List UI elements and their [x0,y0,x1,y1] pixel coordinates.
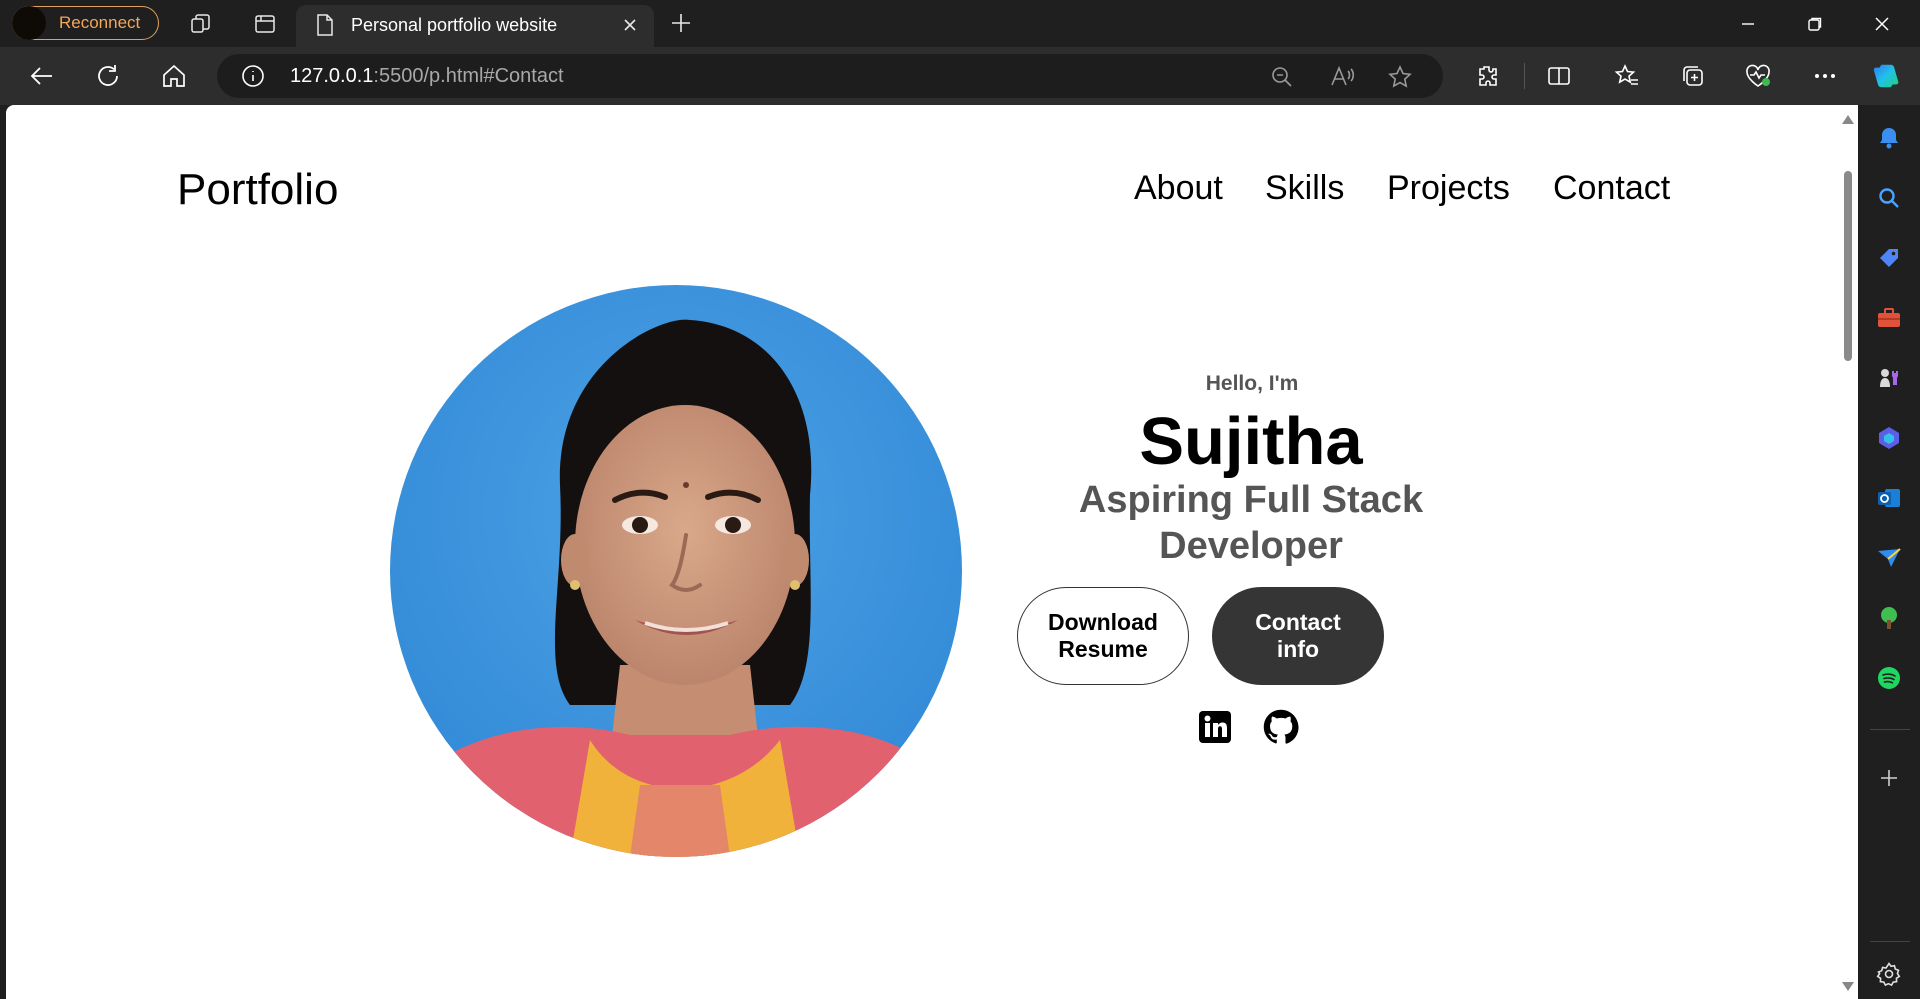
page-viewport: Portfolio About Skills Projects Contact [6,105,1858,999]
edge-sidebar [1858,105,1920,999]
home-icon[interactable] [159,61,189,91]
url-path: :5500/p.html#Contact [373,65,564,87]
copilot-icon[interactable] [1872,61,1902,91]
refresh-icon[interactable] [93,61,123,91]
title-bar: Reconnect Personal portfolio website [0,0,1920,47]
collections-icon[interactable] [1678,61,1708,91]
add-icon[interactable] [1875,764,1903,792]
scroll-up-arrow[interactable] [1842,115,1854,124]
url-host: 127.0.0.1 [290,65,374,87]
close-window-icon[interactable] [1868,10,1896,38]
contact-info-label: Contact info [1255,609,1341,662]
minimize-icon[interactable] [1734,10,1762,38]
address-bar[interactable]: 127.0.0.1:5500/p.html#Contact [217,54,1443,98]
read-aloud-icon[interactable] [1329,64,1355,90]
new-tab-icon[interactable] [668,10,694,41]
search-icon[interactable] [1875,184,1903,212]
site-info-icon[interactable] [241,64,265,93]
url-text[interactable]: 127.0.0.1:5500/p.html#Contact [290,65,564,88]
tab-title: Personal portfolio website [351,15,558,35]
hero-name: Sujitha [1139,404,1363,479]
nav-link-projects[interactable]: Projects [1387,169,1510,208]
favorites-icon[interactable] [1612,61,1642,91]
games-icon[interactable] [1875,364,1903,392]
download-resume-button[interactable]: Download Resume [1017,587,1189,685]
browser-essentials-icon[interactable] [1743,61,1773,91]
tab-active[interactable]: Personal portfolio website [296,5,654,47]
workspaces-icon[interactable] [188,11,214,37]
reconnect-button[interactable]: Reconnect [12,6,159,40]
tree-icon[interactable] [1875,604,1903,632]
sidebar-divider [1870,941,1910,942]
more-icon[interactable] [1810,61,1840,91]
nav-link-skills[interactable]: Skills [1265,169,1344,208]
github-icon[interactable] [1263,709,1299,745]
browser-toolbar: 127.0.0.1:5500/p.html#Contact [0,47,1920,105]
spotify-icon[interactable] [1875,664,1903,692]
hero-greeting: Hello, I'm [1205,372,1299,395]
hero-role: Aspiring Full Stack Developer [1078,479,1424,567]
contact-info-button[interactable]: Contact info [1212,587,1384,685]
page-scrollbar[interactable] [1838,105,1858,999]
scroll-thumb[interactable] [1844,171,1852,361]
sidebar-divider [1870,729,1910,730]
close-tab-icon[interactable] [620,15,640,40]
drop-icon[interactable] [1875,544,1903,572]
profile-avatar [12,6,46,40]
linkedin-icon[interactable] [1197,709,1233,745]
page-icon [314,13,336,42]
m365-icon[interactable] [1875,424,1903,452]
settings-icon[interactable] [1875,960,1903,988]
notifications-icon[interactable] [1875,124,1903,152]
scroll-down-arrow[interactable] [1842,982,1854,991]
restore-icon[interactable] [1801,10,1829,38]
back-icon[interactable] [27,61,57,91]
nav-link-about[interactable]: About [1134,169,1223,208]
tab-actions-icon[interactable] [252,11,278,37]
download-resume-label: Download Resume [1048,609,1158,662]
favorite-star-icon[interactable] [1387,64,1413,90]
site-logo[interactable]: Portfolio [177,165,338,215]
zoom-icon[interactable] [1269,64,1295,90]
reconnect-label: Reconnect [59,13,141,32]
profile-photo [390,285,962,857]
nav-link-contact[interactable]: Contact [1553,169,1670,208]
shopping-icon[interactable] [1875,244,1903,272]
tools-icon[interactable] [1875,304,1903,332]
toolbar-separator [1524,63,1525,89]
extensions-icon[interactable] [1472,61,1502,91]
outlook-icon[interactable] [1875,484,1903,512]
split-screen-icon[interactable] [1544,61,1574,91]
